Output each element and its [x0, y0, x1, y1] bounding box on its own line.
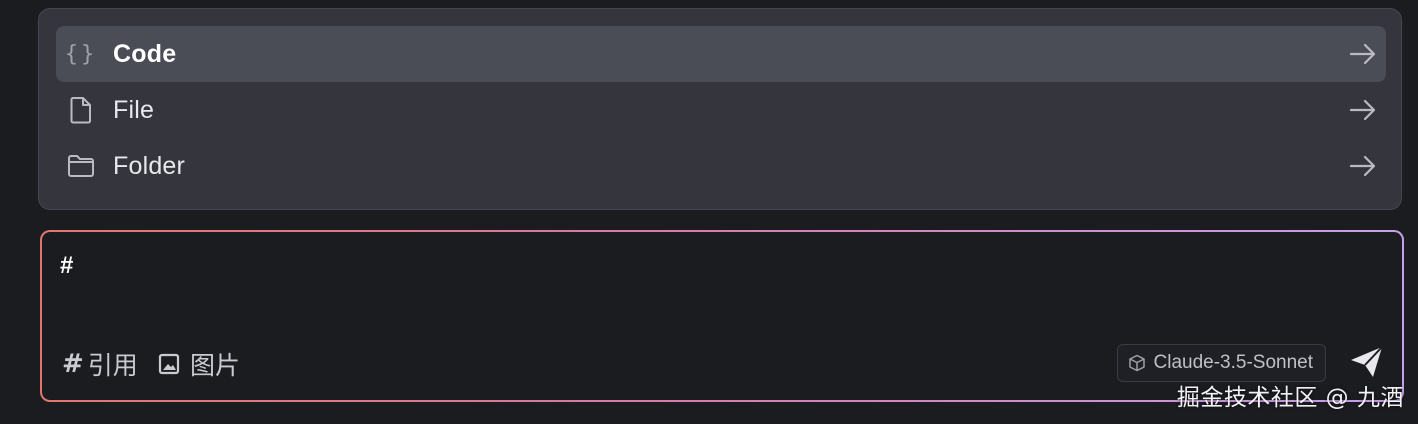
send-button[interactable] — [1348, 345, 1386, 382]
chat-input-text[interactable]: # — [60, 252, 73, 280]
image-label: 图片 — [190, 352, 241, 380]
chat-input-box[interactable]: # # 引用 图片 Claude-3.5-Sonnet — [40, 230, 1404, 402]
context-menu: {} Code File Folder — [38, 8, 1402, 210]
reference-button[interactable]: # 引用 — [62, 348, 138, 380]
image-button[interactable]: 图片 — [158, 348, 240, 380]
arrow-right-icon — [1348, 152, 1378, 180]
hash-icon: # — [62, 349, 84, 379]
folder-icon — [66, 152, 96, 180]
reference-label: 引用 — [87, 352, 138, 380]
image-icon — [158, 353, 180, 375]
braces-icon: {} — [64, 41, 98, 67]
chat-input-inner[interactable]: # # 引用 图片 Claude-3.5-Sonnet — [42, 232, 1402, 400]
arrow-right-icon — [1348, 40, 1378, 68]
menu-item-code[interactable]: {} Code — [56, 26, 1386, 82]
menu-item-folder[interactable]: Folder — [56, 138, 1386, 194]
file-icon — [66, 96, 96, 124]
watermark: 掘金技术社区 @ 九酒 — [1176, 385, 1404, 411]
cube-icon — [1128, 354, 1146, 372]
model-selector[interactable]: Claude-3.5-Sonnet — [1116, 344, 1326, 382]
page: {} Code File Folder # # 引用 图片 Claude-3.5… — [0, 0, 1418, 424]
menu-item-file[interactable]: File — [56, 82, 1386, 138]
menu-item-label: Folder — [113, 152, 186, 180]
arrow-right-icon — [1348, 96, 1378, 124]
menu-item-label: File — [113, 96, 155, 124]
menu-item-label: Code — [113, 40, 177, 68]
model-label: Claude-3.5-Sonnet — [1153, 352, 1314, 373]
